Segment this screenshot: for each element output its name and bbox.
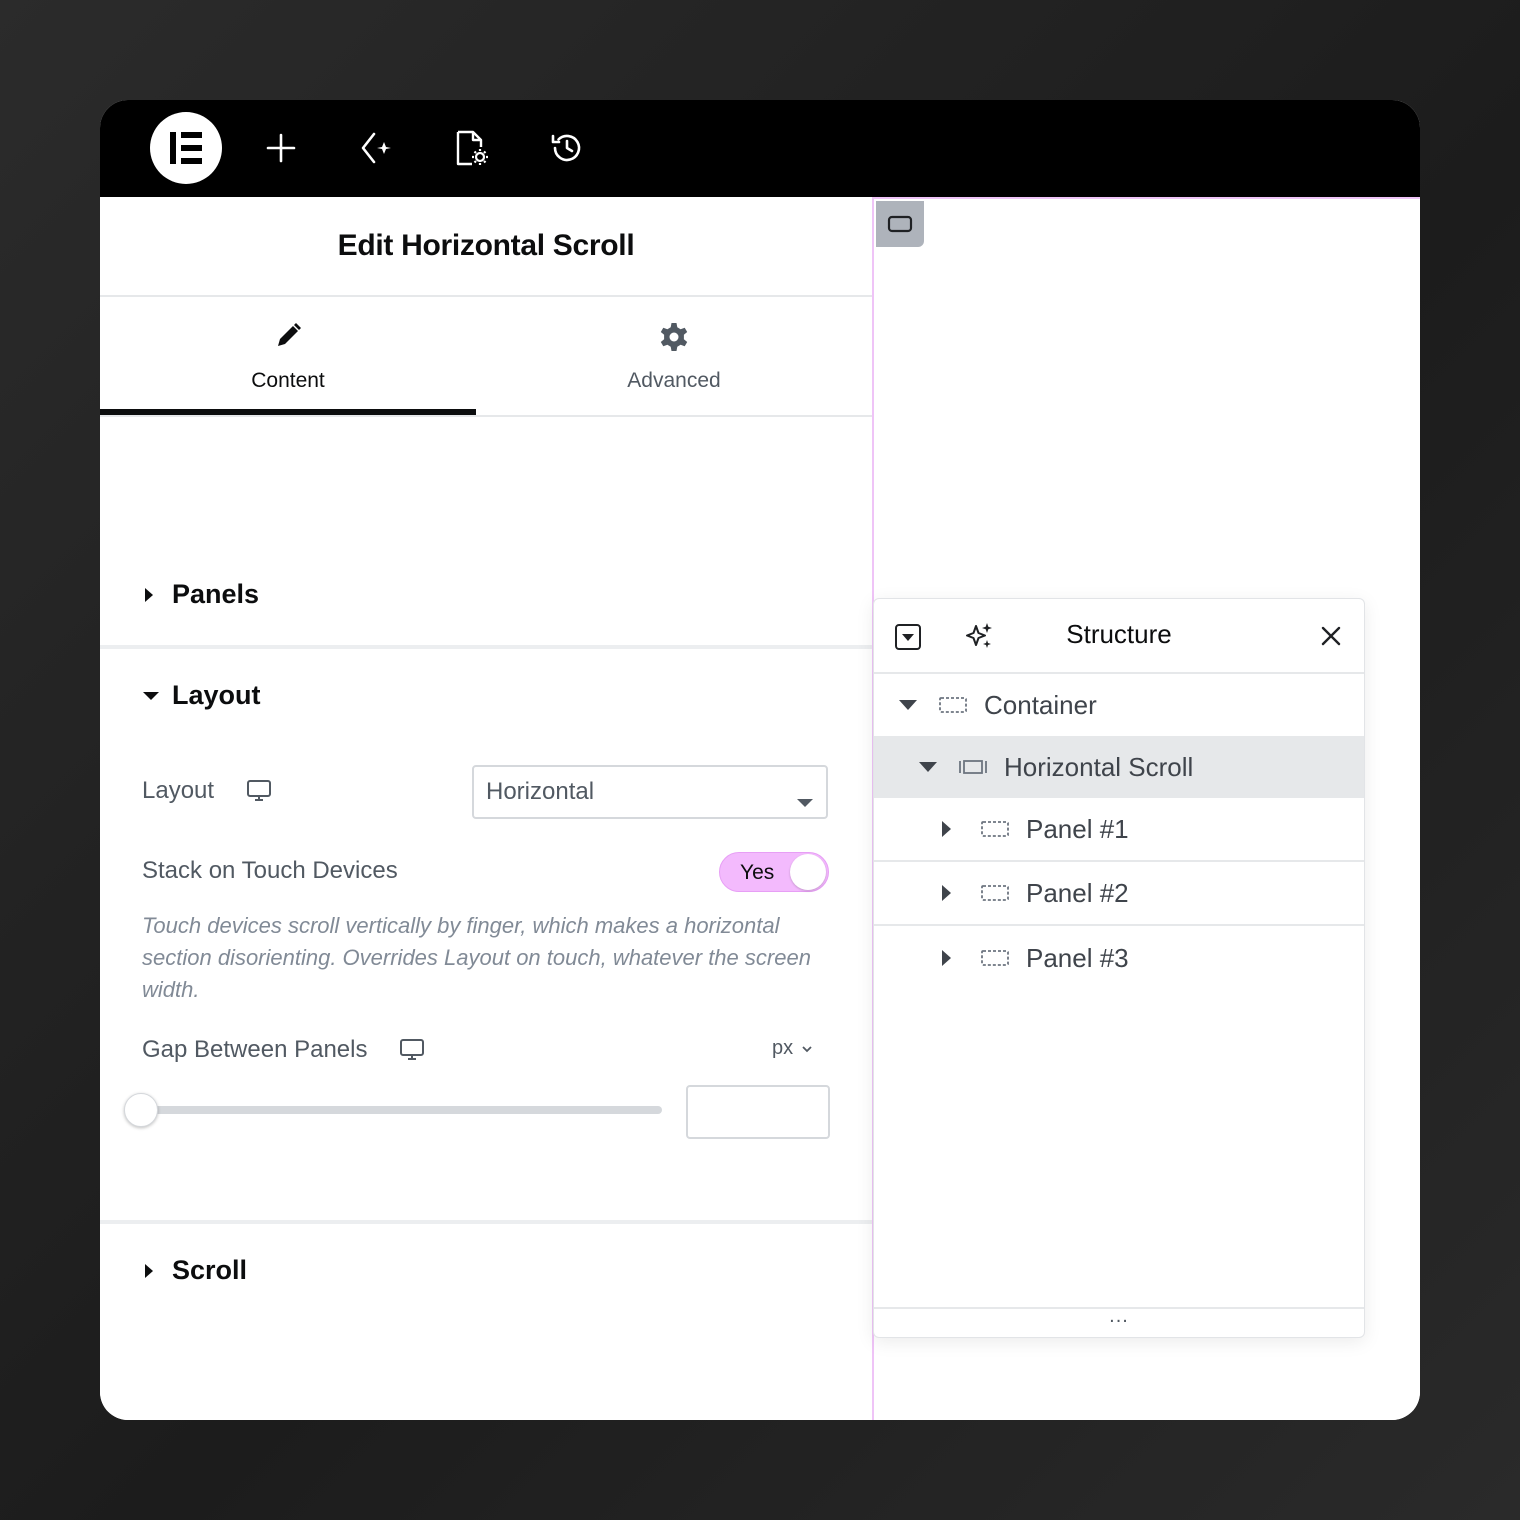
container-handle-icon[interactable] xyxy=(876,201,924,247)
pencil-icon xyxy=(100,321,476,351)
close-icon[interactable] xyxy=(1320,625,1342,647)
tab-content[interactable]: Content xyxy=(100,297,476,415)
section-panels-label: Panels xyxy=(172,579,260,609)
tree-item-panel-2[interactable]: Panel #2 xyxy=(874,862,1364,926)
top-toolbar xyxy=(100,100,1420,197)
caret-right-icon xyxy=(142,1263,168,1279)
tree-item-label: Panel #2 xyxy=(1026,877,1129,908)
layout-control-label: Layout xyxy=(142,777,272,805)
panel-tabs: Content Advanced xyxy=(100,297,872,417)
tab-advanced[interactable]: Advanced xyxy=(486,297,862,415)
horizontal-scroll-icon xyxy=(958,757,1004,777)
tree-item-label: Horizontal Scroll xyxy=(1004,751,1194,782)
more-dots-icon: ... xyxy=(1109,1305,1129,1327)
section-layout-header[interactable]: Layout xyxy=(142,680,261,711)
tab-advanced-label: Advanced xyxy=(627,369,721,392)
tree-item-panel-1[interactable]: Panel #1 xyxy=(874,798,1364,862)
canvas-outline xyxy=(874,197,1420,199)
toggle-knob xyxy=(790,854,826,890)
layout-select[interactable]: Horizontal xyxy=(472,765,828,819)
caret-right-icon xyxy=(940,884,980,902)
tab-content-label: Content xyxy=(251,369,325,392)
history-icon[interactable] xyxy=(545,126,589,170)
tree-item-label: Container xyxy=(984,689,1097,720)
desktop-icon[interactable] xyxy=(399,1038,425,1062)
structure-panel: Structure Container Horizontal Scroll Pa… xyxy=(873,598,1365,1338)
caret-right-icon xyxy=(940,949,980,967)
caret-down-icon xyxy=(898,699,938,711)
section-panels-header[interactable]: Panels xyxy=(142,579,259,610)
caret-right-icon xyxy=(940,820,980,838)
elementor-logo-icon[interactable] xyxy=(150,112,222,184)
section-scroll-label: Scroll xyxy=(172,1255,248,1285)
container-icon xyxy=(938,695,984,715)
caret-down-icon xyxy=(918,761,958,773)
stack-touch-description: Touch devices scroll vertically by finge… xyxy=(142,913,811,1002)
caret-right-icon xyxy=(142,587,168,603)
section-scroll-header[interactable]: Scroll xyxy=(142,1255,247,1286)
section-divider xyxy=(100,1220,872,1224)
tree-item-label: Panel #1 xyxy=(1026,813,1129,844)
stack-touch-label: Stack on Touch Devices xyxy=(142,857,398,884)
container-icon xyxy=(980,819,1026,839)
structure-resize-handle[interactable]: ... xyxy=(874,1305,1364,1337)
page-settings-icon[interactable] xyxy=(449,126,493,170)
structure-header: Structure xyxy=(874,599,1364,674)
add-element-icon[interactable] xyxy=(259,126,303,170)
gear-icon xyxy=(486,321,862,353)
edit-panel: Edit Horizontal Scroll Content Advanced … xyxy=(100,197,872,1420)
container-icon xyxy=(980,948,1026,968)
chevron-down-icon xyxy=(796,787,814,815)
unit-selector[interactable]: px xyxy=(772,1037,813,1060)
gap-control-label: Gap Between Panels xyxy=(142,1036,425,1064)
tree-item-container[interactable]: Container xyxy=(874,674,1364,736)
gap-number-input[interactable] xyxy=(686,1085,830,1139)
tree-item-panel-3[interactable]: Panel #3 xyxy=(874,926,1364,990)
container-icon xyxy=(980,883,1026,903)
tree-item-horizontal-scroll[interactable]: Horizontal Scroll xyxy=(874,736,1364,798)
section-divider xyxy=(100,645,872,649)
gap-slider-handle[interactable] xyxy=(124,1093,158,1127)
section-layout-label: Layout xyxy=(172,680,261,710)
unit-value: px xyxy=(772,1037,794,1059)
gap-slider-track[interactable] xyxy=(142,1106,662,1114)
structure-title: Structure xyxy=(1066,619,1172,649)
ai-sparkle-icon[interactable] xyxy=(354,126,398,170)
caret-down-icon xyxy=(142,690,168,702)
editor-window: Edit Horizontal Scroll Content Advanced … xyxy=(100,100,1420,1420)
panel-title: Edit Horizontal Scroll xyxy=(100,197,872,297)
tree-item-label: Panel #3 xyxy=(1026,942,1129,973)
stack-touch-toggle[interactable]: Yes xyxy=(719,852,829,892)
chevron-down-icon xyxy=(801,1045,813,1053)
desktop-icon[interactable] xyxy=(246,779,272,803)
layout-select-value: Horizontal xyxy=(486,778,595,805)
layout-label-text: Layout xyxy=(142,777,215,804)
toggle-label: Yes xyxy=(740,861,775,884)
gap-label-text: Gap Between Panels xyxy=(142,1036,368,1063)
